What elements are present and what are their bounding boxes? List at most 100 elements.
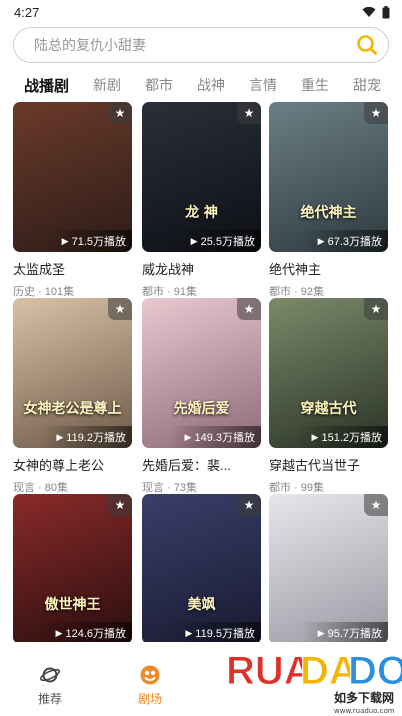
poster-title-art: 先婚后爱 — [173, 401, 230, 417]
tab-4[interactable]: 言情 — [249, 75, 277, 95]
svg-text:www.ruaduo.com: www.ruaduo.com — [334, 707, 395, 715]
drama-card[interactable]: ★ ▶ 95.7万播放 — [269, 494, 388, 642]
drama-card[interactable]: 先婚后爱 ★ ▶ 149.3万播放先婚后爱：裴... 现言 · 73集 — [142, 298, 261, 495]
star-icon[interactable]: ★ — [364, 494, 388, 516]
star-icon[interactable]: ★ — [364, 298, 388, 320]
play-count-value: 25.5万播放 — [200, 236, 255, 248]
theater-icon — [140, 665, 160, 685]
play-icon: ▶ — [190, 235, 198, 246]
play-count-value: 119.5万播放 — [195, 628, 255, 640]
star-icon[interactable]: ★ — [108, 102, 132, 124]
search-input[interactable]: 陆总的复仇小甜妻 — [34, 35, 146, 55]
poster-title-art: 美飒 — [187, 597, 216, 613]
tab-6[interactable]: 甜宠 — [353, 75, 381, 95]
drama-title[interactable]: 穿越古代当世子 — [269, 455, 388, 474]
play-count: ▶ 25.5万播放 — [174, 230, 261, 252]
play-count-value: 95.7万播放 — [327, 628, 382, 640]
drama-title[interactable]: 威龙战神 — [142, 259, 261, 278]
poster-image — [13, 494, 132, 642]
tab-0[interactable]: 战播剧 — [24, 75, 69, 96]
drama-poster[interactable]: 傲世神王 ★ ▶ 124.6万播放 — [13, 494, 132, 642]
tab-3[interactable]: 战神 — [197, 75, 225, 95]
drama-poster[interactable]: 龙 神 ★ ▶ 25.5万播放 — [142, 102, 261, 252]
play-count: ▶ 151.2万播放 — [295, 426, 388, 448]
drama-meta: 都市 · 91集 — [142, 286, 198, 298]
play-icon: ▶ — [317, 235, 325, 246]
drama-poster[interactable]: 美飒 ★ ▶ 119.5万播放 — [142, 494, 261, 642]
drama-card[interactable]: 傲世神王 ★ ▶ 124.6万播放 — [13, 494, 132, 642]
play-count: ▶ 124.6万播放 — [39, 622, 132, 642]
drama-grid: ★ ▶ 71.5万播放 太监成圣 历史 · 101集龙 神 ★ ▶ 25.5万播放 威龙战神 都市… — [0, 102, 402, 642]
poster-title-art: 绝代神主 — [300, 205, 357, 221]
star-icon[interactable]: ★ — [237, 494, 261, 516]
drama-card[interactable]: ★ ▶ 71.5万播放太监成圣历史 · 101集 — [13, 102, 132, 299]
star-icon[interactable]: ★ — [108, 298, 132, 320]
drama-title[interactable]: 绝代神主 — [269, 259, 388, 278]
play-icon: ▶ — [56, 431, 64, 442]
drama-card[interactable]: 穿越古代 ★ ▶ 151.2万播放穿越古代当世子都市 · 99集 — [269, 298, 388, 495]
watermark-logo: RUA DA DO 如多下载网 www.ruaduo.com — [226, 649, 402, 716]
nav-recommend-label: 推荐 — [37, 692, 62, 706]
play-count: ▶ 95.7万播放 — [301, 622, 388, 642]
drama-title[interactable]: 先婚后爱：裴... — [142, 455, 261, 474]
status-time: 4:27 — [14, 4, 40, 20]
poster-title-art: 傲世神王 — [44, 597, 101, 613]
planet-icon — [40, 667, 60, 683]
drama-meta: 历史 · 101集 — [13, 286, 75, 298]
play-icon: ▶ — [311, 431, 319, 442]
drama-poster[interactable]: 穿越古代 ★ ▶ 151.2万播放 — [269, 298, 388, 448]
drama-meta: 都市 · 92集 — [269, 286, 325, 298]
drama-meta: 现言 · 80集 — [13, 482, 69, 494]
tab-1[interactable]: 新剧 — [93, 75, 121, 95]
play-count: ▶ 119.5万播放 — [169, 622, 261, 642]
play-count-value: 149.3万播放 — [194, 432, 255, 444]
poster-title-art: 穿越古代 — [300, 401, 357, 417]
search-bar[interactable]: 陆总的复仇小甜妻 — [13, 27, 389, 63]
play-count: ▶ 71.5万播放 — [45, 230, 132, 252]
drama-poster[interactable]: ★ ▶ 71.5万播放 — [13, 102, 132, 252]
drama-poster[interactable]: ★ ▶ 95.7万播放 — [269, 494, 388, 642]
star-icon[interactable]: ★ — [237, 298, 261, 320]
nav-theater[interactable]: 剧场 — [100, 664, 200, 707]
play-count-value: 71.5万播放 — [71, 236, 126, 248]
drama-title[interactable]: 女神的尊上老公 — [13, 455, 132, 474]
poster-image — [142, 494, 261, 642]
play-count-value: 151.2万播放 — [321, 432, 382, 444]
play-count-value: 67.3万播放 — [327, 236, 382, 248]
drama-title[interactable]: 太监成圣 — [13, 259, 132, 278]
drama-card[interactable]: 绝代神主 ★ ▶ 67.3万播放 绝代神主 都市 · 92集 — [269, 102, 388, 299]
nav-recommend[interactable]: 推荐 — [0, 664, 100, 707]
play-icon: ▶ — [61, 235, 69, 246]
star-icon[interactable]: ★ — [237, 102, 261, 124]
star-icon[interactable]: ★ — [108, 494, 132, 516]
drama-poster[interactable]: 绝代神主 ★ ▶ 67.3万播放 — [269, 102, 388, 252]
poster-title-art: 龙 神 — [185, 205, 218, 221]
poster-title-art: 女神老公是尊上 — [23, 401, 122, 417]
poster-image — [269, 494, 388, 642]
play-icon: ▶ — [184, 431, 192, 442]
search-icon[interactable] — [356, 34, 378, 56]
tab-5[interactable]: 重生 — [301, 75, 329, 95]
drama-poster[interactable]: 女神老公是尊上 ★ ▶ 119.2万播放 — [13, 298, 132, 448]
play-icon: ▶ — [317, 627, 325, 638]
battery-icon — [382, 5, 390, 18]
svg-text:DO: DO — [348, 649, 402, 693]
drama-poster[interactable]: 先婚后爱 ★ ▶ 149.3万播放 — [142, 298, 261, 448]
drama-card[interactable]: 龙 神 ★ ▶ 25.5万播放威龙战神都市 · 91集 — [142, 102, 261, 299]
wifi-icon — [362, 6, 376, 17]
play-count: ▶ 67.3万播放 — [301, 230, 388, 252]
drama-card[interactable]: 女神老公是尊上 ★ ▶ 119.2万播放女神的尊上老公现言 · 80集 — [13, 298, 132, 495]
play-count: ▶ 149.3万播放 — [168, 426, 261, 448]
star-icon[interactable]: ★ — [364, 102, 388, 124]
status-bar: 4:27 — [0, 0, 402, 24]
svg-text:如多下载网: 如多下载网 — [334, 690, 394, 705]
nav-theater-label: 剧场 — [137, 692, 162, 706]
category-tabs: 战播剧 新剧 都市 战神 言情 重生 甜宠 — [0, 70, 402, 100]
play-count-value: 124.6万播放 — [65, 628, 126, 640]
drama-meta: 都市 · 99集 — [269, 482, 325, 494]
tab-2[interactable]: 都市 — [145, 75, 173, 95]
drama-card[interactable]: 美飒 ★ ▶ 119.5万播放 — [142, 494, 261, 642]
play-count-value: 119.2万播放 — [66, 432, 126, 444]
status-icons — [362, 5, 390, 19]
drama-meta: 现言 · 73集 — [142, 482, 198, 494]
